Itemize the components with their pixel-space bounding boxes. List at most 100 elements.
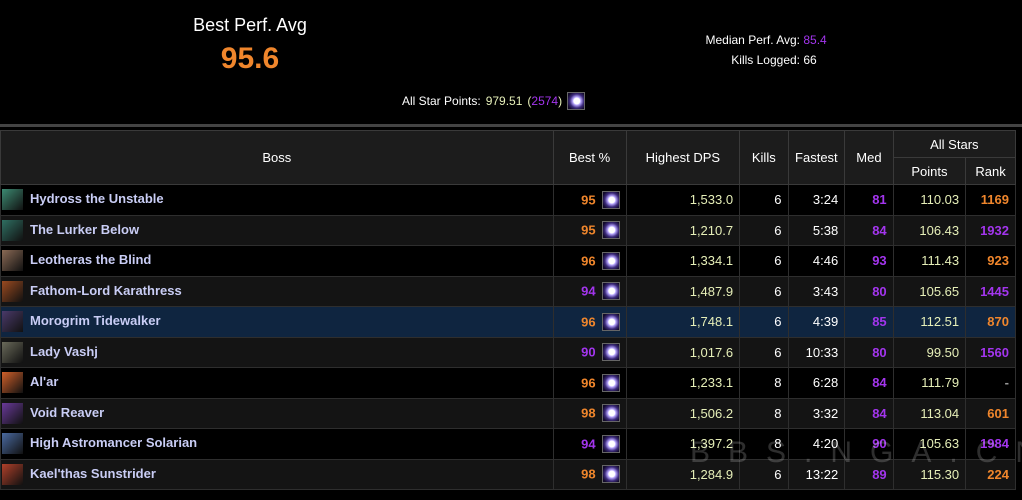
spec-icon[interactable] [601,251,620,270]
boss-cell[interactable]: Kael'thas Sunstrider [0,458,554,490]
rank-cell: 601 [965,397,1016,429]
boss-cell[interactable]: Lady Vashj [0,336,554,368]
boss-icon [2,463,23,485]
spec-icon[interactable] [567,92,586,110]
rank-cell: 1445 [965,275,1016,307]
spec-icon[interactable] [601,312,620,331]
boss-name[interactable]: Void Reaver [30,405,104,420]
spec-icon[interactable] [601,465,620,484]
header-boss[interactable]: Boss [0,130,554,185]
spec-icon[interactable] [601,373,620,392]
kills-cell: 6 [739,245,789,277]
best-cell: 98 [552,397,627,429]
boss-name[interactable]: The Lurker Below [30,222,139,237]
boss-cell[interactable]: Leotheras the Blind [0,245,554,277]
med-cell: 84 [844,367,894,399]
boss-name[interactable]: Morogrim Tidewalker [30,313,161,328]
table-row[interactable]: The Lurker Below 95 1,210.7 6 5:38 84 10… [0,214,1016,246]
dps-cell: 1,210.7 [625,214,741,246]
rank-cell: 1169 [965,184,1016,216]
boss-cell[interactable]: High Astromancer Solarian [0,428,554,460]
spec-icon[interactable] [601,190,620,209]
median-value: 85.4 [803,33,827,47]
best-perf-label: Best Perf. Avg [193,15,307,35]
best-percent: 94 [581,436,596,452]
boss-icon [2,402,23,424]
best-percent: 96 [581,375,596,391]
all-star-rank: 2574 [531,94,559,108]
rank-cell: 923 [965,245,1016,277]
boss-cell[interactable]: Void Reaver [0,397,554,429]
best-percent: 94 [581,283,596,299]
boss-name[interactable]: Lady Vashj [30,344,98,359]
spec-icon[interactable] [601,282,620,301]
header-med[interactable]: Med [844,130,894,185]
points-cell: 105.65 [892,275,967,307]
boss-icon [2,311,23,333]
dps-cell: 1,233.1 [625,367,741,399]
boss-icon [2,219,23,241]
points-cell: 113.04 [892,397,967,429]
boss-icon [2,189,23,211]
kills-cell: 6 [739,306,789,338]
table-row[interactable]: Lady Vashj 90 1,017.6 6 10:33 80 99.50 1… [0,336,1016,368]
spec-icon[interactable] [601,221,620,240]
med-cell: 85 [844,306,894,338]
med-cell: 84 [844,397,894,429]
fastest-cell: 3:32 [787,397,846,429]
boss-icon [2,433,23,455]
rank-cell: 1560 [965,336,1016,368]
header-rank[interactable]: Rank [965,157,1016,185]
boss-cell[interactable]: Hydross the Unstable [0,184,554,216]
fastest-cell: 10:33 [787,336,846,368]
best-cell: 94 [552,275,627,307]
boss-icon [2,250,23,272]
table-row[interactable]: Hydross the Unstable 95 1,533.0 6 3:24 8… [0,184,1016,216]
boss-name[interactable]: Hydross the Unstable [30,191,164,206]
header-dps[interactable]: Highest DPS [625,130,741,185]
spec-icon[interactable] [601,343,620,362]
boss-name[interactable]: Kael'thas Sunstrider [30,466,156,481]
header-kills[interactable]: Kills [739,130,789,185]
rank-cell: - [965,367,1016,399]
boss-cell[interactable]: Morogrim Tidewalker [0,306,554,338]
table-row[interactable]: Fathom-Lord Karathress 94 1,487.9 6 3:43… [0,275,1016,307]
boss-name[interactable]: Leotheras the Blind [30,252,151,267]
header-points[interactable]: Points [892,157,967,185]
best-percent: 90 [581,344,596,360]
boss-cell[interactable]: Al'ar [0,367,554,399]
fastest-cell: 4:39 [787,306,846,338]
boss-name[interactable]: Al'ar [30,374,58,389]
spec-icon[interactable] [601,404,620,423]
spec-icon[interactable] [601,434,620,453]
med-cell: 93 [844,245,894,277]
table-row[interactable]: Al'ar 96 1,233.1 8 6:28 84 111.79 - [0,367,1016,399]
dps-cell: 1,017.6 [625,336,741,368]
best-cell: 95 [552,214,627,246]
points-cell: 110.03 [892,184,967,216]
dps-cell: 1,334.1 [625,245,741,277]
boss-name[interactable]: Fathom-Lord Karathress [30,283,182,298]
points-cell: 111.43 [892,245,967,277]
med-cell: 84 [844,214,894,246]
kills-cell: 8 [739,367,789,399]
points-cell: 111.79 [892,367,967,399]
table-row[interactable]: Morogrim Tidewalker 96 1,748.1 6 4:39 85… [0,306,1016,338]
watermark: BBS.NGA.CN [690,436,1022,469]
best-percent: 98 [581,405,596,421]
kills-cell: 6 [739,336,789,368]
points-cell: 99.50 [892,336,967,368]
dps-cell: 1,487.9 [625,275,741,307]
table-row[interactable]: Void Reaver 98 1,506.2 8 3:32 84 113.04 … [0,397,1016,429]
header-fastest[interactable]: Fastest [787,130,846,185]
fastest-cell: 3:24 [787,184,846,216]
boss-cell[interactable]: The Lurker Below [0,214,554,246]
points-cell: 112.51 [892,306,967,338]
all-star-label: All Star Points: [402,94,481,108]
boss-cell[interactable]: Fathom-Lord Karathress [0,275,554,307]
boss-name[interactable]: High Astromancer Solarian [30,435,197,450]
best-percent: 98 [581,466,596,482]
table-row[interactable]: Leotheras the Blind 96 1,334.1 6 4:46 93… [0,245,1016,277]
kills-cell: 6 [739,214,789,246]
header-best[interactable]: Best % [552,130,627,185]
